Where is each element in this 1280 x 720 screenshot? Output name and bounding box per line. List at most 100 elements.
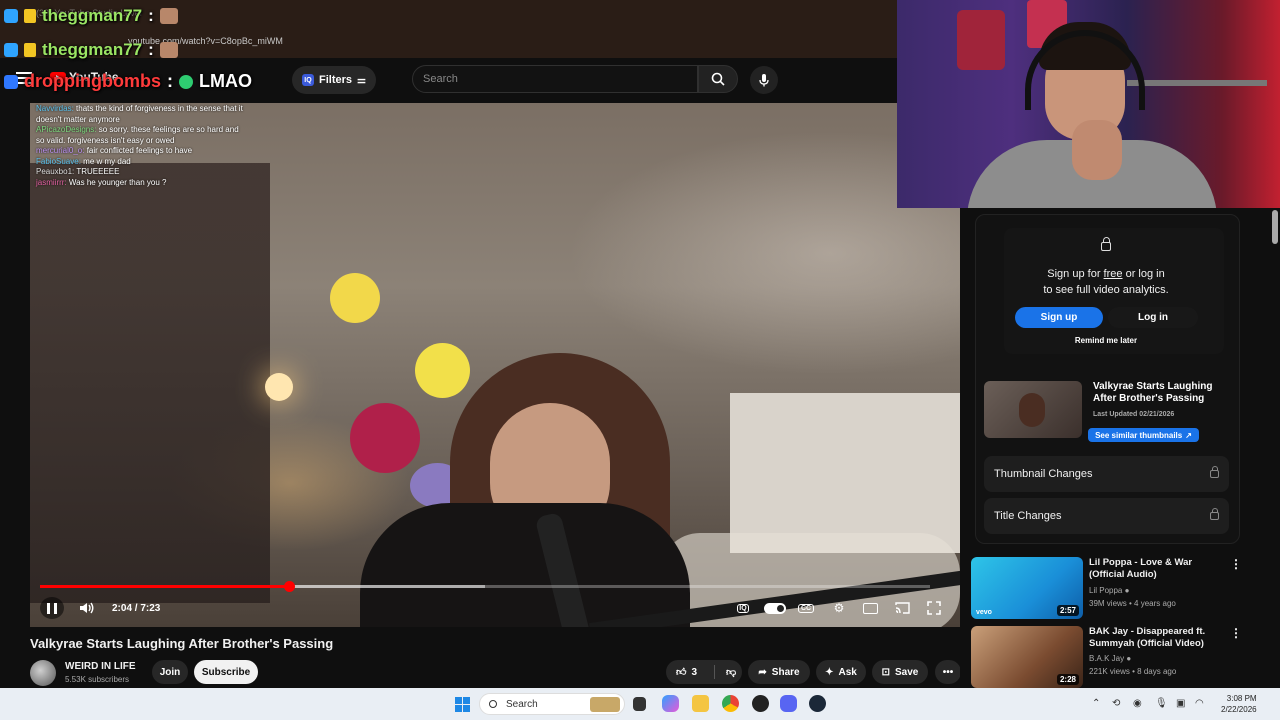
more-vertical-icon[interactable]: ⋮ bbox=[1230, 626, 1242, 640]
share-button[interactable]: ➦ Share bbox=[748, 660, 810, 684]
search-icon bbox=[489, 700, 497, 708]
file-explorer-icon[interactable] bbox=[692, 695, 709, 712]
windows-start-icon[interactable] bbox=[455, 697, 470, 712]
tray-app-icon[interactable]: ◉ bbox=[1133, 698, 1142, 709]
copilot-icon[interactable] bbox=[662, 695, 679, 712]
see-similar-thumbnails-button[interactable]: See similar thumbnails ↗ bbox=[1088, 428, 1199, 442]
settings-icon[interactable]: ⚙ bbox=[829, 597, 849, 619]
clock-time: 3:08 PM bbox=[1226, 694, 1257, 703]
tray-app-icon[interactable]: ▣ bbox=[1176, 698, 1185, 709]
lock-icon bbox=[1210, 466, 1219, 478]
video-chat-text: TRUEEEEE bbox=[76, 167, 120, 176]
pause-icon[interactable] bbox=[40, 597, 64, 619]
windows-taskbar: Search ⌃ ⟲ ◉ 🎙︎ ▣ ◠ 3:08 PM 2/22/2026 bbox=[0, 688, 1280, 720]
thumbs-down-icon[interactable]: 👎︎ bbox=[726, 666, 736, 678]
chat-badge-icon bbox=[24, 9, 36, 23]
recommendation-channel[interactable]: B.A.K Jay ● bbox=[1089, 654, 1131, 663]
share-label: Share bbox=[771, 666, 800, 678]
recommendation-title[interactable]: Lil Poppa - Love & War (Official Audio) bbox=[1089, 557, 1229, 581]
video-chat-message: Peauxbo1: TRUEEEEE bbox=[36, 167, 246, 178]
chat-message: : bbox=[148, 40, 154, 59]
volume-icon[interactable] bbox=[77, 597, 97, 619]
microphone-icon bbox=[759, 74, 769, 87]
recommendation-thumbnail[interactable]: 2:28 bbox=[971, 626, 1083, 688]
progress-played bbox=[40, 585, 290, 588]
wifi-icon[interactable]: ◠ bbox=[1195, 698, 1204, 709]
video-duration: 2:57 bbox=[1056, 605, 1079, 616]
lock-icon bbox=[1210, 508, 1219, 520]
chrome-icon[interactable] bbox=[722, 695, 739, 712]
like-button[interactable]: 👍︎ 3 👎︎ bbox=[666, 660, 742, 684]
video-chat-text: fair conflicted feelings to have bbox=[86, 146, 193, 155]
video-chat-username: Navvirdas: bbox=[36, 104, 74, 113]
like-count: 3 bbox=[691, 666, 698, 678]
chat-badge-icon bbox=[4, 74, 18, 89]
join-button[interactable]: Join bbox=[152, 660, 188, 684]
stream-chat-line: theggman77 : bbox=[4, 40, 178, 60]
autoplay-toggle-icon[interactable] bbox=[764, 597, 786, 619]
voice-search-button[interactable] bbox=[750, 66, 778, 94]
steam-icon[interactable] bbox=[809, 695, 826, 712]
thumbnail-figure bbox=[1019, 393, 1045, 427]
signup-text-part: to see full video analytics. bbox=[1043, 284, 1169, 296]
thumbnail-changes-row[interactable]: Thumbnail Changes bbox=[984, 456, 1229, 492]
signup-prompt: Sign up for free or log in to see full v… bbox=[1020, 266, 1192, 298]
system-clock[interactable]: 3:08 PM 2/22/2026 bbox=[1221, 693, 1257, 715]
cast-icon[interactable] bbox=[892, 597, 912, 619]
vevo-badge: vevo bbox=[976, 609, 992, 616]
search-input[interactable]: Search bbox=[412, 65, 698, 93]
signup-free-link[interactable]: free bbox=[1104, 268, 1123, 280]
video-title: Valkyrae Starts Laughing After Brother's… bbox=[30, 636, 334, 651]
channel-avatar[interactable] bbox=[30, 660, 56, 686]
recommendation-title[interactable]: BAK Jay - Disappeared ft. Summyah (Offic… bbox=[1089, 626, 1229, 650]
more-horizontal-icon: ••• bbox=[942, 666, 954, 678]
save-button[interactable]: ⊡ Save bbox=[872, 660, 928, 684]
screen: (39) YouTube Studio Level youtube.com/wa… bbox=[0, 0, 1280, 720]
progress-bar[interactable] bbox=[40, 581, 930, 592]
stream-chat-line: droppingbombs : LMAO bbox=[4, 71, 252, 92]
video-cabinet bbox=[730, 393, 960, 553]
fullscreen-icon[interactable] bbox=[924, 597, 944, 619]
more-actions-button[interactable]: ••• bbox=[935, 660, 961, 684]
ask-label: Ask bbox=[838, 666, 857, 678]
tray-app-icon[interactable]: ⟲ bbox=[1112, 698, 1120, 709]
subscriber-count: 5.53K subscribers bbox=[65, 675, 130, 684]
remind-later-link[interactable]: Remind me later bbox=[1060, 336, 1152, 345]
microphone-icon[interactable]: 🎙︎ bbox=[1155, 698, 1168, 709]
filters-button[interactable]: IQ Filters ⚌ bbox=[292, 66, 376, 94]
search-placeholder: Search bbox=[423, 73, 458, 85]
chat-emote-icon bbox=[159, 8, 178, 24]
signup-button[interactable]: Sign up bbox=[1015, 307, 1103, 328]
chat-separator: : bbox=[166, 71, 173, 91]
recommendation-thumbnail[interactable]: vevo 2:57 bbox=[971, 557, 1083, 619]
sparkle-icon: ✦ bbox=[825, 666, 834, 678]
sidebar-scrollbar[interactable] bbox=[1272, 210, 1278, 244]
chat-username: theggman77 bbox=[42, 6, 143, 25]
video-chat-username: FabioSuave: bbox=[36, 156, 81, 166]
external-link-icon: ↗ bbox=[1185, 430, 1192, 440]
title-changes-row[interactable]: Title Changes bbox=[984, 498, 1229, 534]
taskbar-search[interactable]: Search bbox=[479, 693, 625, 715]
video-shelf bbox=[30, 163, 270, 603]
login-button[interactable]: Log in bbox=[1108, 307, 1198, 328]
subscribe-button[interactable]: Subscribe bbox=[194, 660, 258, 684]
app-icon[interactable] bbox=[752, 695, 769, 712]
miniplayer-icon[interactable] bbox=[860, 597, 880, 619]
tray-chevron-icon[interactable]: ⌃ bbox=[1092, 698, 1100, 709]
task-view-icon[interactable] bbox=[633, 697, 646, 711]
more-vertical-icon[interactable]: ⋮ bbox=[1230, 557, 1242, 571]
search-button[interactable] bbox=[698, 65, 738, 93]
channel-name[interactable]: WEIRD IN LIFE bbox=[65, 661, 136, 672]
recommendation-meta: 221K views • 8 days ago bbox=[1089, 667, 1177, 676]
verified-icon: ● bbox=[1124, 586, 1130, 595]
video-chat-message: mercurial0_o: fair conflicted feelings t… bbox=[36, 146, 246, 157]
iq-icon[interactable]: IQ bbox=[733, 597, 753, 619]
recommendation-channel[interactable]: Lil Poppa ● bbox=[1089, 586, 1129, 595]
captions-icon[interactable]: CC bbox=[796, 597, 816, 619]
video-chat-overlay: Navvirdas: thats the kind of forgiveness… bbox=[36, 104, 246, 188]
discord-icon[interactable] bbox=[780, 695, 797, 712]
row-label: Thumbnail Changes bbox=[994, 468, 1093, 480]
ask-button[interactable]: ✦ Ask bbox=[816, 660, 866, 684]
sliders-icon: ⚌ bbox=[357, 74, 366, 86]
video-plush bbox=[330, 273, 380, 323]
